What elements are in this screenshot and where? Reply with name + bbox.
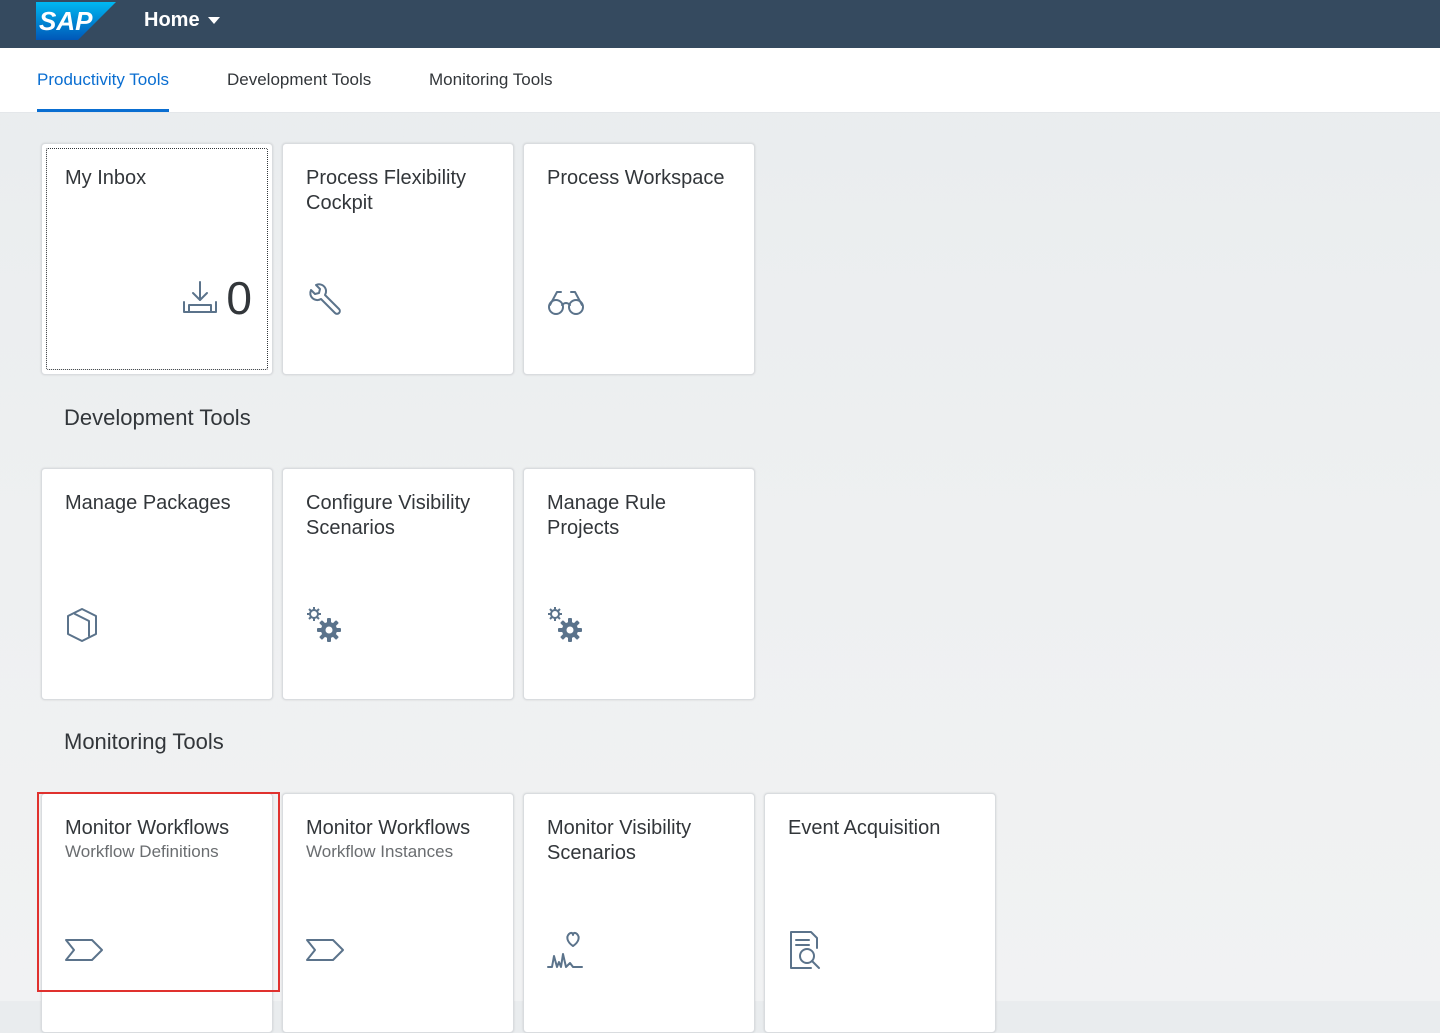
caret-down-icon: [207, 16, 220, 24]
tile-title: Manage Packages: [65, 492, 231, 514]
tile-title: Monitor Visibility Scenarios: [547, 817, 692, 864]
group-title-monitoring-tools: Monitoring Tools: [64, 729, 224, 754]
tile-title: Process Flexibility Cockpit: [306, 167, 467, 214]
tile-title: Monitor Workflows: [65, 817, 230, 839]
tile-monitor-workflows-definitions[interactable]: Monitor Workflows Workflow Definitions: [41, 793, 273, 1033]
svg-text:SAP: SAP: [39, 6, 93, 36]
tab-productivity-tools[interactable]: Productivity Tools: [37, 48, 169, 112]
tile-monitor-workflows-instances[interactable]: Monitor Workflows Workflow Instances: [282, 793, 514, 1033]
sap-logo[interactable]: SAP: [36, 2, 116, 40]
tile-event-acquisition[interactable]: Event Acquisition: [764, 793, 996, 1033]
tile-process-flexibility-cockpit[interactable]: Process Flexibility Cockpit: [282, 143, 514, 375]
group-title-development-tools: Development Tools: [64, 405, 251, 430]
gears-icon: [305, 605, 345, 645]
tile-title: Configure Visibility Scenarios: [306, 492, 471, 539]
home-menu-label: Home: [144, 8, 200, 31]
inbox-count: 0: [226, 272, 252, 324]
tile-title: My Inbox: [65, 167, 147, 189]
tile-monitor-visibility-scenarios[interactable]: Monitor Visibility Scenarios: [523, 793, 755, 1033]
tile-title: Manage Rule Projects: [547, 492, 666, 539]
wrench-icon: [305, 280, 345, 320]
home-menu-button[interactable]: Home: [144, 8, 220, 32]
package-icon: [64, 605, 104, 645]
tile-my-inbox[interactable]: My Inbox 0: [41, 143, 273, 375]
tile-manage-packages[interactable]: Manage Packages: [41, 468, 273, 700]
glasses-icon: [546, 280, 586, 320]
tile-manage-rule-projects[interactable]: Manage Rule Projects: [523, 468, 755, 700]
shell-bar: SAP Home: [0, 0, 1440, 48]
gears-icon: [546, 605, 586, 645]
document-search-icon: [787, 930, 827, 970]
tab-monitoring-tools[interactable]: Monitoring Tools: [429, 48, 552, 112]
tile-process-workspace[interactable]: Process Workspace: [523, 143, 755, 375]
heart-pulse-icon: [546, 930, 586, 970]
anchor-navigation-bar: Productivity Tools Development Tools Mon…: [0, 48, 1440, 113]
tile-title: Event Acquisition: [788, 817, 941, 839]
tile-title: Monitor Workflows: [306, 817, 471, 839]
inbox-download-icon: [180, 278, 220, 318]
tile-configure-visibility-scenarios[interactable]: Configure Visibility Scenarios: [282, 468, 514, 700]
process-chevron-icon: [305, 930, 345, 970]
tile-subtitle: Workflow Instances: [306, 842, 454, 861]
tile-title: Process Workspace: [547, 167, 725, 189]
tile-kpi: 0: [180, 274, 252, 322]
tile-subtitle: Workflow Definitions: [65, 842, 219, 861]
tab-development-tools[interactable]: Development Tools: [227, 48, 371, 112]
process-chevron-icon: [64, 930, 104, 970]
